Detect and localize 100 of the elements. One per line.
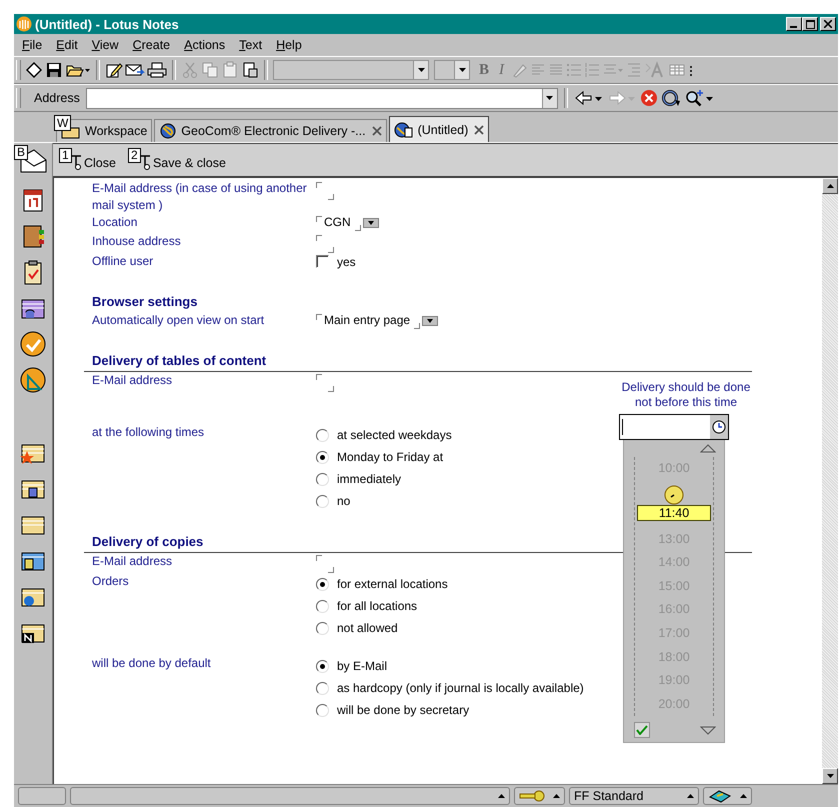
size-dropdown[interactable]	[434, 60, 470, 80]
globe-icon	[159, 123, 178, 139]
edit-icon[interactable]	[105, 61, 123, 79]
time-input-field[interactable]	[619, 414, 729, 440]
caret-up-icon	[553, 794, 560, 798]
close-tab-icon[interactable]	[372, 126, 382, 136]
save-icon[interactable]	[45, 61, 63, 79]
style-menu-button[interactable]: FF Standard	[569, 787, 699, 805]
shortcut-hint: 1	[59, 148, 72, 163]
tab[interactable]: GeoCom® Electronic Delivery -...	[154, 119, 387, 142]
dropdown-button-icon[interactable]	[362, 218, 379, 228]
radio-button[interactable]	[316, 428, 329, 442]
search-icon[interactable]	[684, 89, 714, 107]
field-label: at the following times	[92, 424, 206, 441]
close-button[interactable]	[820, 17, 836, 31]
menu-item[interactable]: Text	[233, 38, 270, 52]
paste-special-icon[interactable]	[241, 61, 259, 79]
caret-down-icon	[418, 68, 424, 72]
menu-item[interactable]: Actions	[178, 38, 234, 52]
shortcut-hint: W	[54, 115, 72, 131]
radio-label: for external locations	[337, 577, 448, 591]
maximize-icon	[806, 20, 814, 28]
radio-button[interactable]	[316, 704, 329, 716]
field-label: will be done by default	[92, 655, 212, 672]
checkmark-badge-icon[interactable]	[19, 330, 47, 358]
key-menu-button[interactable]	[514, 787, 565, 805]
radio-button[interactable]	[316, 494, 329, 508]
input-field[interactable]	[316, 233, 334, 253]
radio-button[interactable]	[316, 600, 329, 612]
radio-label: Monday to Friday at	[337, 450, 444, 464]
checkbox-label: yes	[337, 254, 356, 268]
input-field[interactable]	[316, 553, 334, 573]
section-heading: Delivery of tables of content	[92, 353, 266, 370]
minimize-button[interactable]	[786, 17, 802, 31]
scroll-down-icon[interactable]	[700, 726, 716, 735]
caret-up-icon	[498, 794, 505, 798]
radio-button[interactable]	[316, 450, 329, 464]
radio-button[interactable]	[316, 682, 329, 694]
scroll-up-icon[interactable]	[700, 444, 716, 453]
close-tab-icon[interactable]	[474, 124, 484, 134]
scroll-down-icon	[826, 774, 834, 778]
app-logo-icon	[16, 16, 32, 32]
scroll-up-icon	[826, 184, 834, 188]
globe-document-icon	[394, 122, 414, 138]
triangle-badge-icon[interactable]	[19, 366, 47, 394]
caret-down-icon	[458, 68, 466, 72]
vertical-scrollbar[interactable]	[822, 178, 838, 784]
time-caption: Delivery should be done not before this time	[620, 380, 752, 410]
clock-icon	[664, 484, 684, 505]
radio-label: will be done by secretary	[337, 703, 470, 717]
radio-button[interactable]	[316, 472, 329, 486]
input-field[interactable]	[316, 372, 334, 392]
dropdown-field[interactable]: CGN	[316, 214, 361, 231]
checkbox[interactable]	[316, 255, 329, 268]
radio-label: at selected weekdays	[337, 428, 452, 442]
radio-label: as hardcopy (only if journal is locally available)	[337, 681, 584, 695]
menu-item[interactable]: Help	[270, 38, 310, 52]
selected-time[interactable]: 11:40	[637, 504, 711, 521]
address-field[interactable]	[86, 88, 558, 108]
menu-item[interactable]: Edit	[50, 38, 86, 52]
radio-button[interactable]	[316, 660, 329, 672]
dropdown-field[interactable]: Main entry page	[316, 312, 420, 329]
input-field[interactable]	[316, 180, 334, 200]
field-label: Automatically open view on start	[92, 312, 266, 329]
maximize-button[interactable]	[802, 17, 818, 31]
stop-icon[interactable]	[640, 89, 658, 107]
section-heading: Browser settings	[92, 294, 198, 311]
menu-item[interactable]: View	[86, 38, 127, 52]
refresh-icon[interactable]	[660, 89, 681, 107]
field-label: E-Mail address (in case of using another mail system )	[92, 180, 308, 214]
tab[interactable]: (Untitled)	[388, 116, 490, 142]
key-icon	[519, 790, 545, 802]
inbox-tray-icon	[708, 789, 732, 803]
field-label: E-Mail address	[92, 372, 174, 389]
caret-up-icon	[740, 794, 747, 798]
close-icon	[824, 20, 832, 28]
menu-item[interactable]: File	[16, 38, 50, 52]
diamond-icon[interactable]	[25, 61, 43, 79]
radio-label: for all locations	[337, 599, 418, 613]
radio-button[interactable]	[316, 622, 329, 634]
printer-icon[interactable]	[147, 61, 167, 79]
section-heading: Delivery of copies	[92, 534, 204, 551]
field-label: E-Mail address	[92, 553, 174, 570]
radio-label: immediately	[337, 472, 402, 486]
dropdown-button-icon[interactable]	[422, 316, 438, 326]
action-button[interactable]: 2 Save & close	[128, 148, 232, 172]
shortcut-hint: 2	[128, 148, 141, 163]
address-label: Address	[33, 91, 81, 105]
back-arrow-icon[interactable]	[574, 89, 604, 107]
inbox-menu-button[interactable]	[703, 787, 752, 805]
field-label: Orders	[92, 573, 130, 590]
clock-button[interactable]	[710, 415, 728, 439]
menu-item[interactable]: Create	[126, 38, 178, 52]
radio-label: by E-Mail	[337, 659, 388, 673]
window-title: (Untitled) - Lotus Notes	[35, 16, 180, 32]
caret-down-icon	[546, 96, 554, 100]
shortcut-hint: B	[14, 145, 28, 160]
radio-button[interactable]	[316, 578, 329, 590]
confirm-button[interactable]	[634, 722, 650, 738]
action-button[interactable]: 1 Close	[59, 148, 122, 172]
